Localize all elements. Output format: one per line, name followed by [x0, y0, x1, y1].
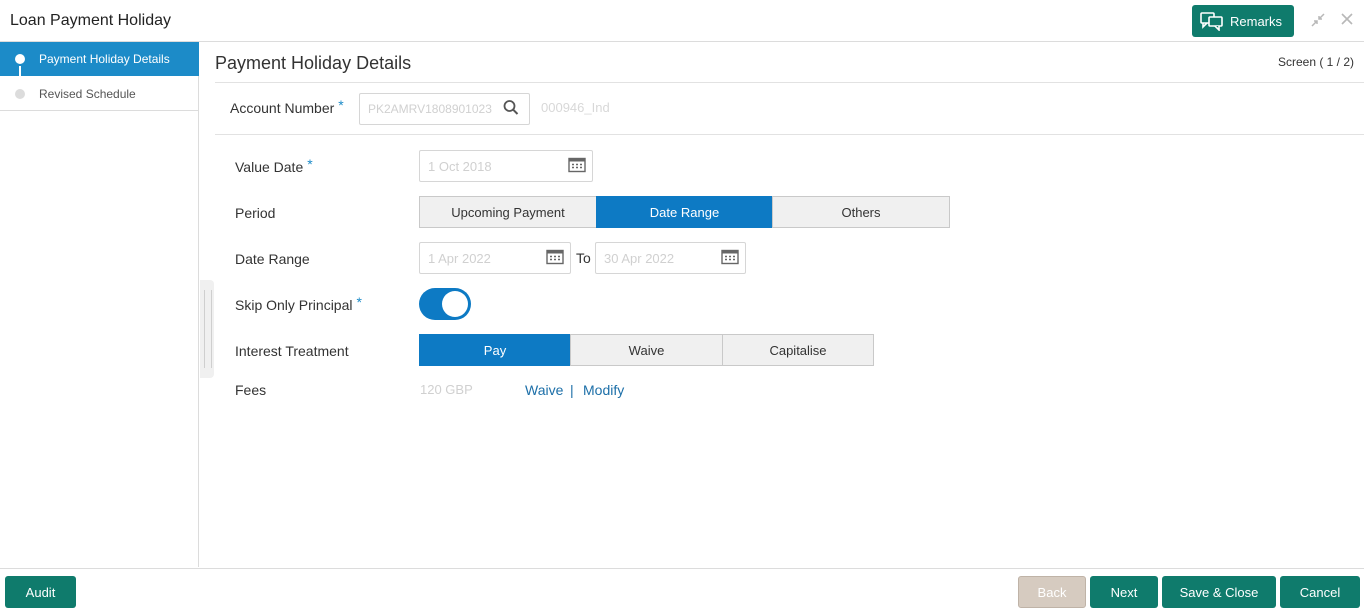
date-range-to-label: To [576, 250, 591, 266]
date-range-label: Date Range [235, 251, 310, 267]
back-button[interactable]: Back [1018, 576, 1086, 608]
divider [215, 134, 1364, 135]
remarks-button[interactable]: Remarks [1192, 5, 1294, 37]
account-number-value: PK2AMRV1808901023 [368, 102, 492, 116]
fees-label: Fees [235, 382, 267, 398]
interest-treatment-label: Interest Treatment [235, 343, 349, 359]
sidebar: Payment Holiday Details Revised Schedule [0, 42, 199, 567]
date-range-to-input[interactable]: 30 Apr 2022 [595, 242, 746, 274]
cancel-button[interactable]: Cancel [1280, 576, 1360, 608]
period-date-range-button[interactable]: Date Range [596, 196, 773, 228]
audit-button[interactable]: Audit [5, 576, 76, 608]
fees-value: 120 GBP [420, 382, 473, 397]
close-icon[interactable] [1340, 12, 1354, 29]
fees-modify-link[interactable]: Modify [583, 382, 624, 398]
chat-bubble-icon [1200, 11, 1224, 31]
link-separator: | [570, 382, 574, 398]
required-marker: * [338, 97, 344, 113]
period-upcoming-payment-button[interactable]: Upcoming Payment [419, 196, 597, 228]
shrink-icon[interactable] [1310, 12, 1326, 31]
period-label: Period [235, 205, 276, 221]
period-selector: Upcoming Payment Date Range Others [419, 196, 950, 228]
account-number-input[interactable]: PK2AMRV1808901023 [359, 93, 530, 125]
divider [215, 82, 1364, 83]
calendar-icon[interactable] [568, 157, 586, 176]
value-date-label: Value Date * [235, 156, 313, 175]
step-dot-icon [15, 54, 25, 64]
interest-pay-button[interactable]: Pay [419, 334, 571, 366]
sidebar-item-label: Revised Schedule [39, 86, 136, 101]
remarks-label: Remarks [1230, 13, 1283, 29]
skip-only-principal-toggle[interactable] [419, 288, 471, 320]
skip-only-principal-label: Skip Only Principal * [235, 294, 362, 313]
calendar-icon[interactable] [721, 249, 739, 268]
account-number-label: Account Number * [230, 97, 344, 116]
toggle-knob [442, 291, 468, 317]
app-title: Loan Payment Holiday [10, 12, 171, 29]
date-range-from-value: 1 Apr 2022 [428, 250, 491, 266]
date-range-from-input[interactable]: 1 Apr 2022 [419, 242, 571, 274]
step-dot-icon [15, 89, 25, 99]
interest-waive-button[interactable]: Waive [570, 334, 723, 366]
value-date-value: 1 Oct 2018 [428, 158, 492, 174]
screen-indicator: Screen ( 1 / 2) [1277, 55, 1354, 69]
value-date-input[interactable]: 1 Oct 2018 [419, 150, 593, 182]
search-icon[interactable] [503, 100, 519, 119]
sidebar-resize-handle[interactable] [200, 280, 214, 378]
header: Loan Payment Holiday Remarks [0, 0, 1364, 42]
save-close-button[interactable]: Save & Close [1162, 576, 1276, 608]
next-button[interactable]: Next [1090, 576, 1158, 608]
required-marker: * [307, 156, 313, 172]
date-range-to-value: 30 Apr 2022 [604, 250, 675, 266]
sidebar-item-label: Payment Holiday Details [39, 52, 170, 66]
customer-name: 000946_Ind [541, 100, 610, 115]
page-title: Payment Holiday Details [215, 53, 412, 73]
interest-capitalise-button[interactable]: Capitalise [722, 334, 874, 366]
interest-treatment-selector: Pay Waive Capitalise [419, 334, 874, 366]
footer: Audit Back Next Save & Close Cancel [0, 568, 1364, 610]
sidebar-item-revised-schedule[interactable]: Revised Schedule [0, 77, 199, 111]
required-marker: * [356, 294, 362, 310]
sidebar-item-payment-holiday-details[interactable]: Payment Holiday Details [0, 42, 199, 90]
calendar-icon[interactable] [546, 249, 564, 268]
period-others-button[interactable]: Others [772, 196, 950, 228]
fees-waive-link[interactable]: Waive [525, 382, 563, 398]
